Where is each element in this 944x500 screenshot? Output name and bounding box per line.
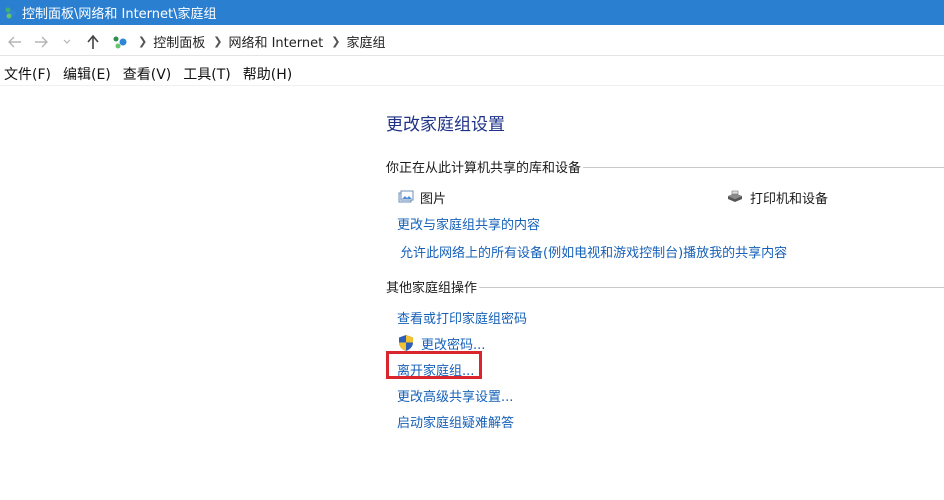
menu-bar: 文件(F) 编辑(E) 查看(V) 工具(T) 帮助(H): [0, 62, 944, 86]
menu-file[interactable]: 文件(F): [4, 64, 51, 84]
homegroup-icon: [4, 6, 18, 20]
homegroup-location-icon: [112, 34, 130, 50]
sharing-section-heading: 你正在从此计算机共享的库和设备: [386, 156, 944, 176]
link-row: 允许此网络上的所有设备(例如电视和游戏控制台)播放我的共享内容: [400, 238, 944, 264]
back-button[interactable]: [4, 31, 26, 53]
recent-locations-button[interactable]: [56, 31, 78, 53]
window-titlebar: 控制面板\网络和 Internet\家庭组: [0, 0, 944, 25]
link-row: 更改与家庭组共享的内容: [397, 210, 944, 236]
chevron-right-icon: ❯: [138, 35, 148, 48]
other-section-heading: 其他家庭组操作: [386, 276, 944, 296]
printer-icon: [726, 190, 744, 204]
chevron-right-icon: ❯: [331, 35, 341, 48]
menu-edit[interactable]: 编辑(E): [63, 64, 111, 84]
chevron-down-icon: [63, 39, 71, 44]
up-button[interactable]: [82, 31, 104, 53]
window-title: 控制面板\网络和 Internet\家庭组: [22, 7, 217, 22]
breadcrumb-network-internet[interactable]: 网络和 Internet: [228, 32, 323, 51]
shared-libraries-row: 图片 打印机和设备: [386, 184, 944, 210]
breadcrumb-homegroup[interactable]: 家庭组: [346, 32, 385, 51]
chevron-right-icon: ❯: [213, 35, 223, 48]
library-printers: 打印机和设备: [726, 188, 828, 207]
menu-tools[interactable]: 工具(T): [183, 64, 230, 84]
section-divider: [479, 286, 944, 288]
link-row: 更改高级共享设置...: [397, 382, 944, 408]
advanced-sharing-settings-link[interactable]: 更改高级共享设置...: [397, 386, 513, 405]
homegroup-troubleshooter-link[interactable]: 启动家庭组疑难解答: [397, 412, 514, 431]
pictures-icon: [398, 190, 414, 204]
library-pictures-label: 图片: [420, 191, 447, 207]
page-title: 更改家庭组设置: [386, 115, 505, 135]
library-pictures: 图片: [398, 188, 446, 207]
leave-homegroup-link[interactable]: 离开家庭组...: [397, 360, 474, 379]
change-password-link[interactable]: 更改密码...: [421, 334, 485, 353]
link-row: 更改密码...: [397, 330, 944, 356]
link-row: 查看或打印家庭组密码: [397, 304, 944, 330]
arrow-up-icon: [87, 34, 99, 49]
main-content: 更改家庭组设置 你正在从此计算机共享的库和设备 图片 打印机和设备 更改与家庭组…: [386, 100, 944, 434]
forward-button[interactable]: [30, 31, 52, 53]
breadcrumb-control-panel[interactable]: 控制面板: [153, 32, 205, 51]
menu-help[interactable]: 帮助(H): [243, 64, 292, 84]
link-row: 启动家庭组疑难解答: [397, 408, 944, 434]
section-divider: [583, 166, 944, 168]
arrow-right-icon: [35, 36, 48, 47]
library-printers-label: 打印机和设备: [750, 191, 829, 207]
link-row: 离开家庭组...: [397, 356, 944, 382]
address-bar: ❯ 控制面板 ❯ 网络和 Internet ❯ 家庭组: [0, 28, 944, 56]
change-shared-content-link[interactable]: 更改与家庭组共享的内容: [397, 214, 540, 233]
uac-shield-icon: [397, 334, 415, 352]
menu-view[interactable]: 查看(V): [123, 64, 172, 84]
allow-devices-stream-link[interactable]: 允许此网络上的所有设备(例如电视和游戏控制台)播放我的共享内容: [400, 242, 787, 261]
view-print-password-link[interactable]: 查看或打印家庭组密码: [397, 308, 527, 327]
arrow-left-icon: [8, 36, 21, 47]
